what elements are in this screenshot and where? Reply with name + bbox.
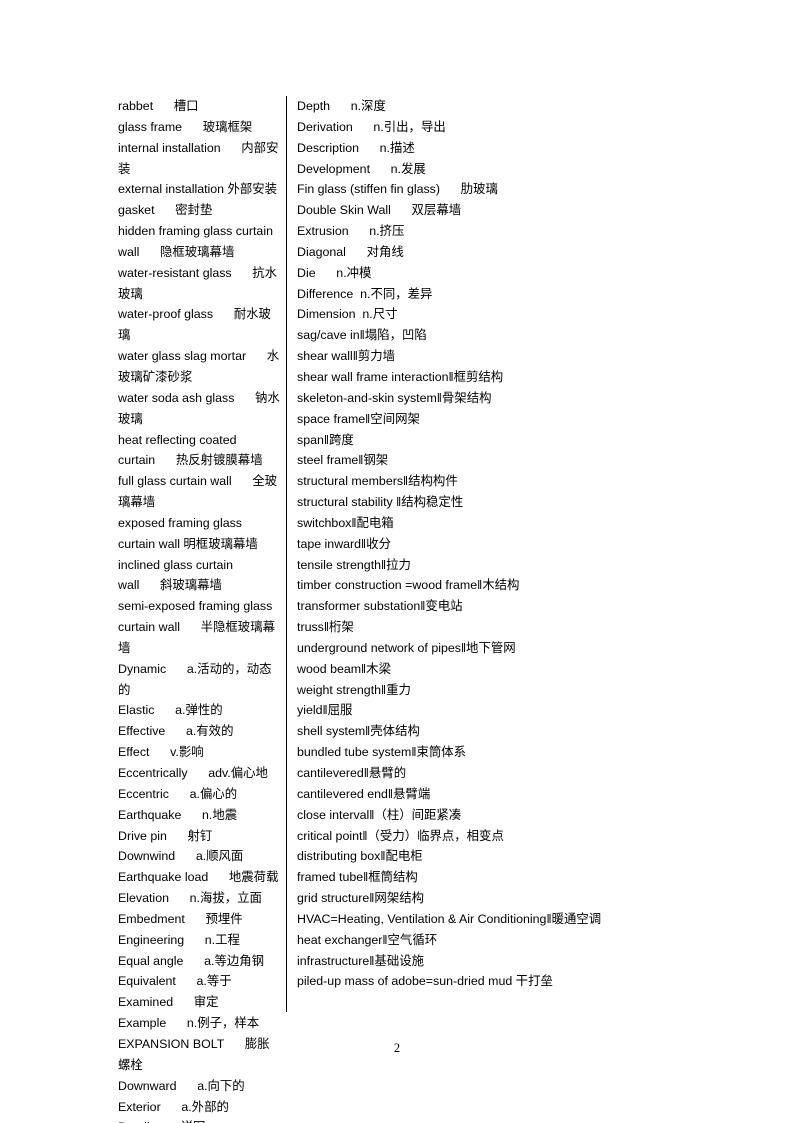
glossary-entry: HVAC=Heating, Ventilation & Air Conditio…	[297, 911, 602, 926]
glossary-entry: Detail n.详图	[118, 1117, 282, 1123]
glossary-entry: critical point‖（受力）临界点，相变点	[297, 828, 504, 843]
page-number: 2	[393, 1041, 401, 1055]
glossary-entry: exposed framing glass curtain wall 明框玻璃幕…	[118, 515, 258, 551]
glossary-entry: hidden framing glass curtain wall 隐框玻璃幕墙	[118, 224, 277, 259]
glossary-entry: shear wall frame interaction‖框剪结构	[297, 369, 504, 384]
glossary-entry: external installation 外部安装	[118, 182, 278, 197]
glossary-entry: water-proof glass 耐水玻璃	[118, 307, 271, 343]
glossary-entry: Embedment 预埋件	[118, 911, 243, 926]
glossary-entry: shear wall‖剪力墙	[297, 349, 396, 364]
glossary-entry: bundled tube system‖束筒体系	[297, 745, 467, 760]
glossary-entry: skeleton-and-skin system‖骨架结构	[297, 390, 492, 405]
glossary-entry: Dynamic a.活动的，动态的	[118, 661, 272, 697]
glossary-entry: Downwind a.顺风面	[118, 849, 244, 864]
glossary-column-left: rabbet 槽口 glass frame 玻璃框架 internal instal…	[0, 96, 286, 1123]
glossary-entry: Description n.描述	[297, 140, 415, 155]
glossary-entry: Drive pin 射钉	[118, 828, 213, 843]
glossary-entry: infrastructure‖基础设施	[297, 953, 424, 968]
glossary-entry: heat exchanger‖空气循环	[297, 932, 438, 947]
glossary-entry: Example n.例子，样本	[118, 1016, 260, 1031]
glossary-entry: yield‖屈服	[297, 703, 353, 718]
glossary-entry: span‖跨度	[297, 432, 354, 447]
glossary-entry: piled-up mass of adobe=sun-dried mud 干打垒	[297, 974, 553, 989]
glossary-entry: Depth n.深度	[297, 99, 386, 113]
glossary-entry: Diagonal 对角线	[297, 244, 404, 259]
glossary-entry: rabbet 槽口	[118, 99, 199, 113]
glossary-entry: Fin glass (stiffen fin glass) 肋玻璃	[297, 182, 498, 197]
glossary-entry: Equivalent a.等于	[118, 974, 232, 989]
glossary-entry: grid structure‖网架结构	[297, 891, 424, 906]
glossary-entry: cantilevered‖悬臂的	[297, 766, 407, 780]
glossary-entry: switchbox‖配电箱	[297, 515, 394, 530]
glossary-entry: Die n.冲模	[297, 265, 372, 280]
glossary-entry: water glass slag mortar 水玻璃矿漆砂浆	[118, 349, 280, 384]
glossary-entry: Development n.发展	[297, 161, 426, 176]
glossary-entry: Dimension n.尺寸	[297, 307, 398, 322]
glossary-entry: weight strength‖重力	[297, 682, 411, 697]
glossary-entry: Extrusion n.挤压	[297, 224, 405, 239]
glossary-column-right: Depth n.深度 Derivation n.引出，导出 Description …	[287, 96, 794, 1123]
glossary-entry: Earthquake n.地震	[118, 807, 238, 822]
glossary-entry: underground network of pipes‖地下管网	[297, 640, 516, 655]
glossary-entry: wood beam‖木梁	[297, 661, 391, 676]
glossary-entry: Elevation n.海拔，立面	[118, 891, 262, 906]
glossary-entry: steel frame‖钢架	[297, 453, 389, 468]
glossary-entry: framed tube‖框筒结构	[297, 870, 418, 885]
glossary-entry: heat reflecting coated curtain 热反射镀膜幕墙	[118, 432, 263, 468]
glossary-entry: Effect v.影响	[118, 745, 204, 760]
glossary-entry: tape inward‖收分	[297, 536, 391, 551]
glossary-entry: shell system‖壳体结构	[297, 724, 420, 739]
glossary-entry: space frame‖空间网架	[297, 411, 420, 426]
glossary-entry: water-resistant glass 抗水玻璃	[118, 265, 278, 301]
glossary-entry: cantilevered end‖悬臂端	[297, 786, 431, 801]
glossary-entry: tensile strength‖拉力	[297, 557, 411, 572]
two-column-body: rabbet 槽口 glass frame 玻璃框架 internal instal…	[0, 96, 794, 1123]
glossary-entry: Engineering n.工程	[118, 932, 240, 947]
glossary-entry: Difference n.不同，差异	[297, 286, 433, 301]
glossary-entry: Equal angle a.等边角钢	[118, 953, 265, 968]
glossary-entry: Effective a.有效的	[118, 724, 234, 739]
glossary-entry: Earthquake load 地震荷载	[118, 870, 279, 885]
glossary-entry: Downward a.向下的	[118, 1078, 245, 1093]
glossary-entry: Eccentric a.偏心的	[118, 786, 238, 801]
glossary-entry: timber construction =wood frame‖木结构	[297, 578, 520, 593]
glossary-entry: gasket 密封垫	[118, 203, 213, 218]
glossary-entry: close interval‖（柱）间距紧凑	[297, 807, 462, 822]
glossary-entry: internal installation 内部安装	[118, 140, 279, 176]
glossary-entry: truss‖桁架	[297, 620, 354, 635]
glossary-entry: water soda ash glass 钠水玻璃	[118, 390, 280, 426]
glossary-entry: Elastic a.弹性的	[118, 703, 223, 718]
glossary-entry: inclined glass curtain wall 斜玻璃幕墙	[118, 557, 237, 593]
glossary-entry: sag/cave in‖塌陷，凹陷	[297, 328, 427, 343]
glossary-entry: distributing box‖配电柜	[297, 849, 423, 864]
glossary-entry: Eccentrically adv.偏心地	[118, 766, 268, 780]
document-page: rabbet 槽口 glass frame 玻璃框架 internal instal…	[0, 0, 794, 1123]
glossary-entry: structural stability ‖结构稳定性	[297, 495, 464, 510]
glossary-entry: Derivation n.引出，导出	[297, 119, 446, 134]
glossary-entry: transformer substation‖变电站	[297, 599, 463, 614]
glossary-entry: structural members‖结构构件	[297, 474, 458, 489]
glossary-entry: full glass curtain wall 全玻璃幕墙	[118, 474, 278, 510]
glossary-entry: glass frame 玻璃框架	[118, 119, 253, 134]
glossary-entry: Exterior a.外部的	[118, 1099, 229, 1114]
glossary-entry: Examined 审定	[118, 995, 219, 1010]
glossary-entry: Double Skin Wall 双层幕墙	[297, 203, 462, 218]
glossary-entry: semi-exposed framing glass curtain wall …	[118, 599, 276, 655]
